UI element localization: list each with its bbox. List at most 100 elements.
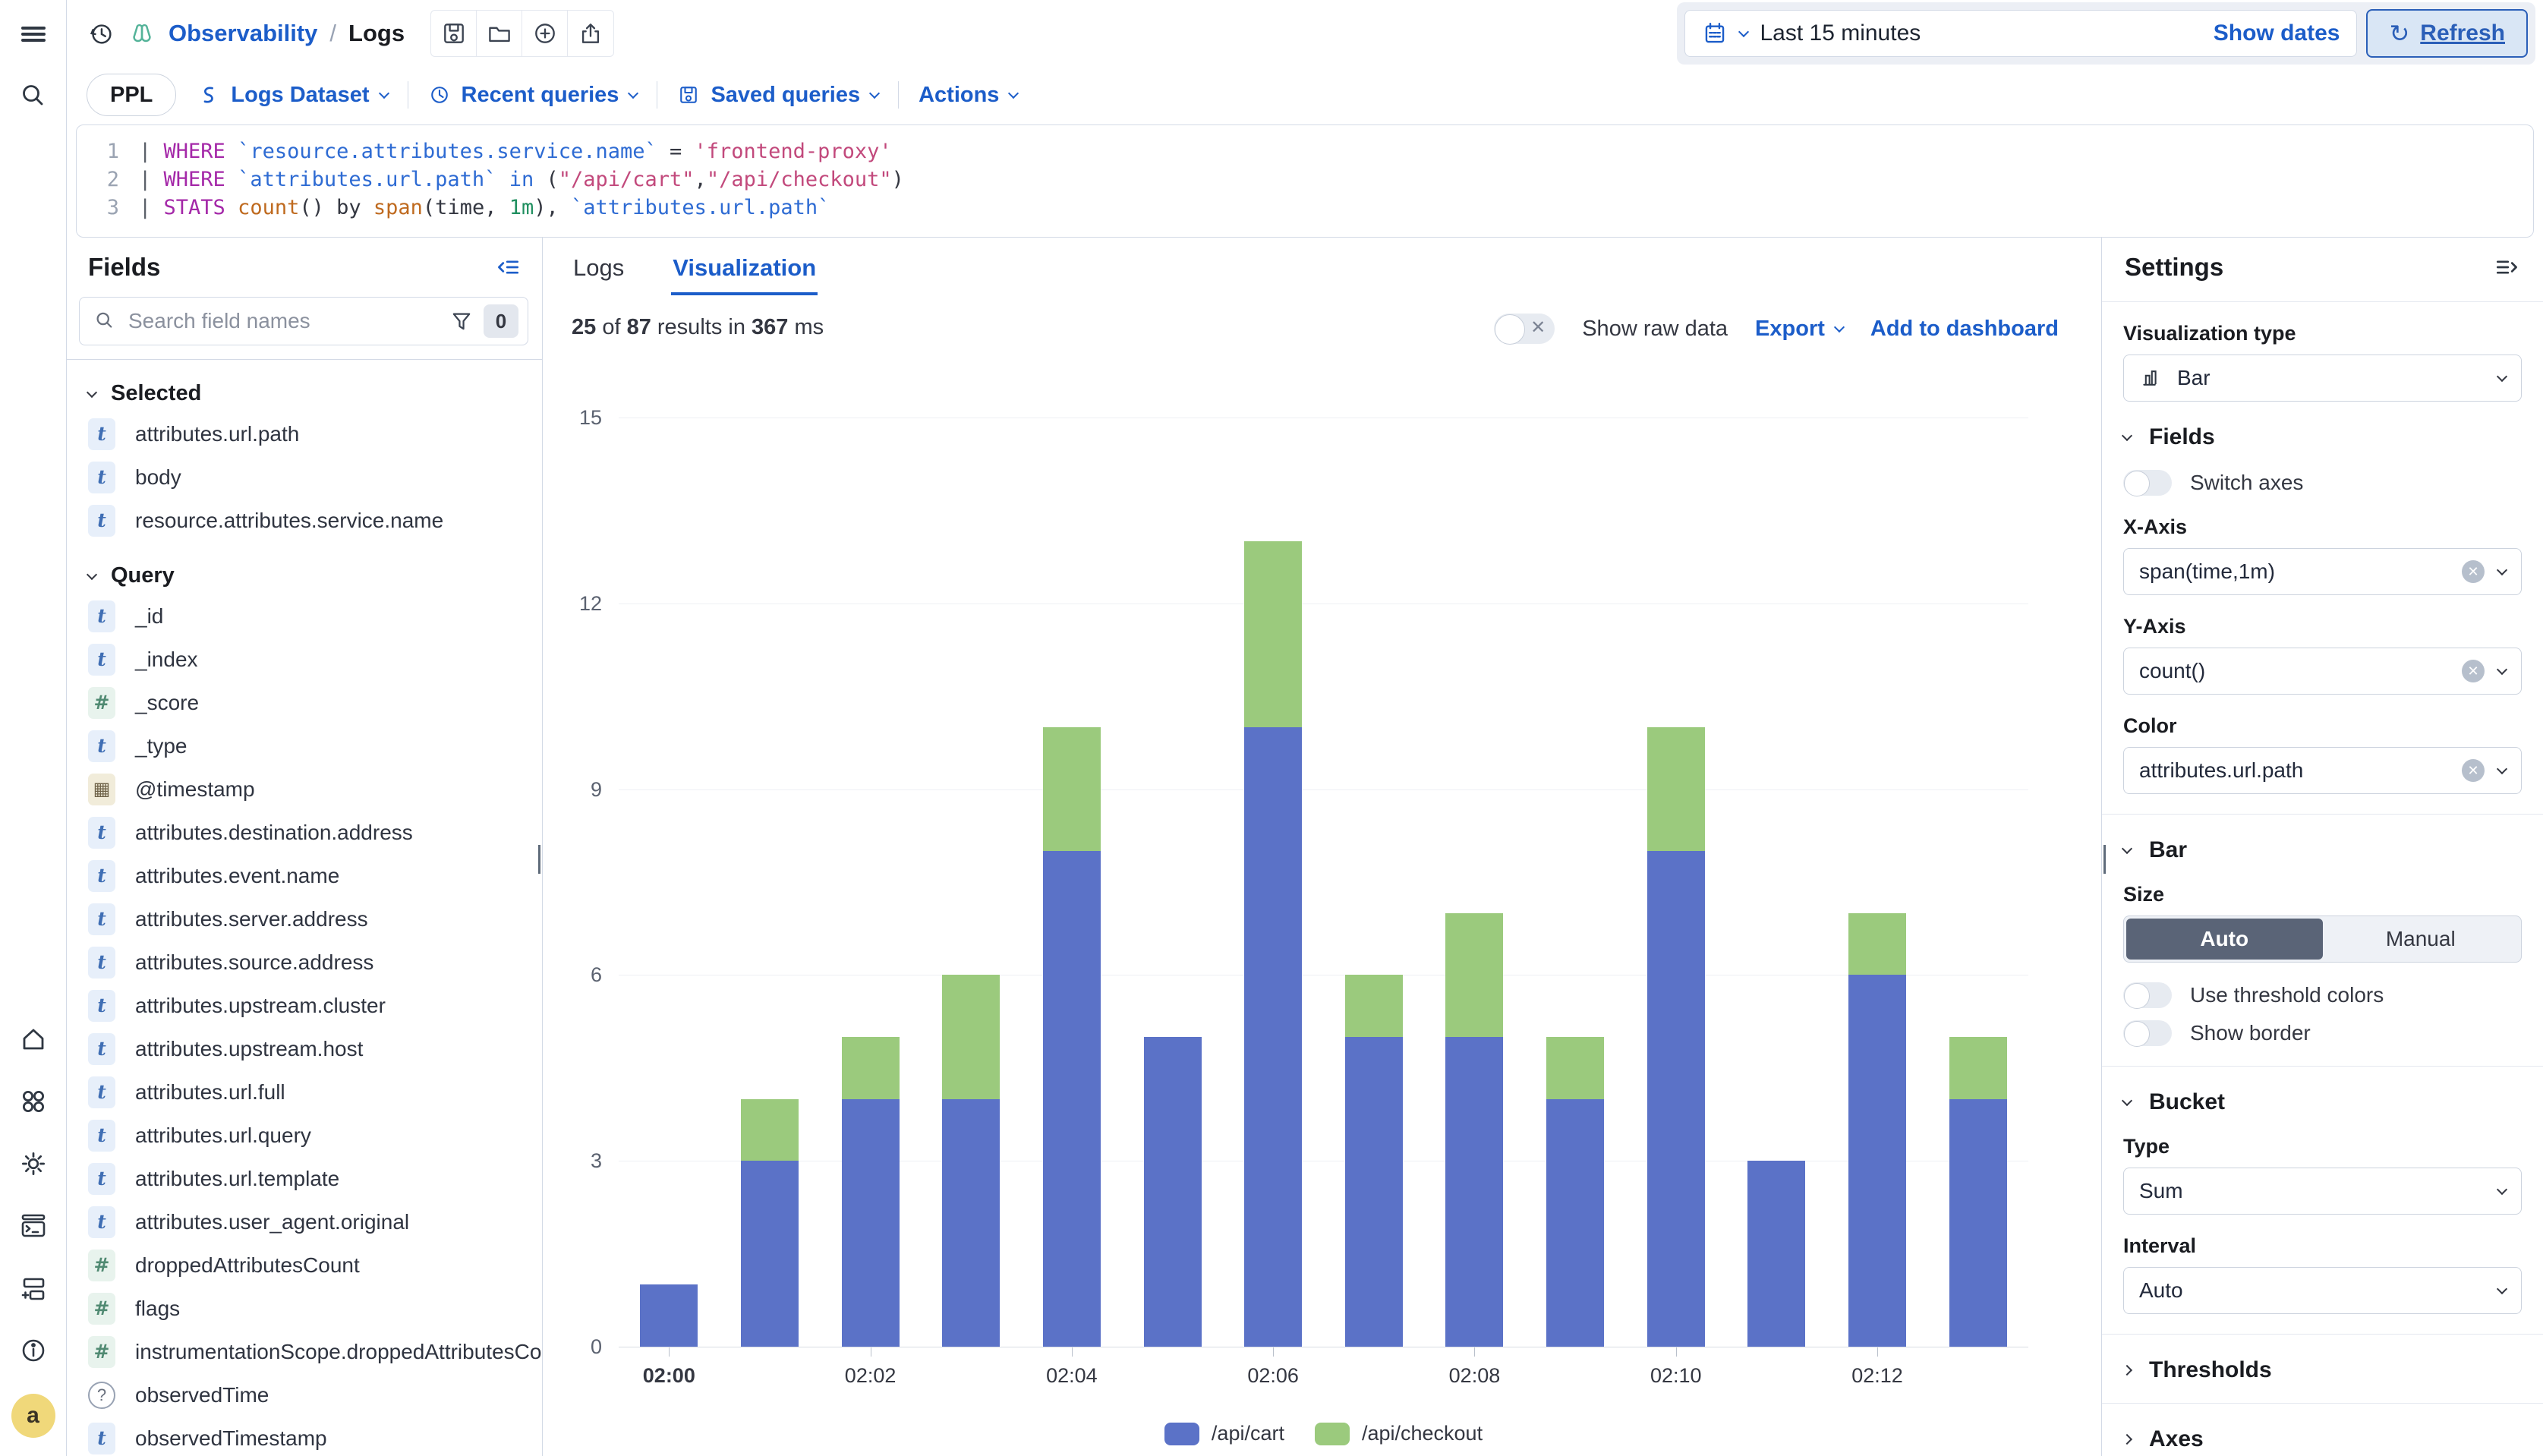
- add-to-dashboard-button[interactable]: Add to dashboard: [1870, 317, 2059, 342]
- menu-hamburger-icon[interactable]: [14, 15, 52, 53]
- save-icon[interactable]: [431, 11, 477, 56]
- field-item[interactable]: tresource.attributes.service.name: [79, 499, 528, 542]
- field-item[interactable]: t_id: [79, 594, 528, 638]
- field-item[interactable]: tattributes.event.name: [79, 854, 528, 897]
- field-item[interactable]: ▦@timestamp: [79, 767, 528, 811]
- field-item[interactable]: tattributes.source.address: [79, 941, 528, 984]
- chevron-down-icon: [87, 569, 97, 579]
- settings-section-fields[interactable]: Fields: [2123, 424, 2522, 450]
- field-item[interactable]: #droppedAttributesCount: [79, 1243, 528, 1287]
- y-axis-select[interactable]: count() ✕: [2123, 648, 2522, 695]
- settings-section-thresholds[interactable]: Thresholds: [2123, 1357, 2522, 1383]
- dev-tools-icon[interactable]: [14, 1207, 52, 1245]
- field-item[interactable]: tattributes.destination.address: [79, 811, 528, 854]
- tab-logs[interactable]: Logs: [572, 250, 626, 295]
- field-item[interactable]: tobservedTimestamp: [79, 1417, 528, 1456]
- field-item[interactable]: tattributes.url.full: [79, 1070, 528, 1114]
- dataset-selector[interactable]: Logs Dataset: [196, 83, 387, 108]
- stacked-bar: [842, 1037, 900, 1347]
- legend-item[interactable]: /api/checkout: [1315, 1422, 1483, 1445]
- field-item[interactable]: t_index: [79, 638, 528, 681]
- refresh-button[interactable]: ↻ Refresh: [2366, 9, 2528, 58]
- clear-icon[interactable]: ✕: [2462, 560, 2485, 583]
- add-panel-icon[interactable]: [14, 1269, 52, 1307]
- size-manual-button[interactable]: Manual: [2323, 919, 2519, 960]
- size-auto-button[interactable]: Auto: [2126, 919, 2323, 960]
- code-token: ),: [534, 196, 571, 219]
- x-axis-select[interactable]: span(time,1m) ✕: [2123, 548, 2522, 595]
- share-icon[interactable]: [568, 11, 613, 56]
- show-dates-button[interactable]: Show dates: [2214, 20, 2340, 46]
- panel-resize-handle[interactable]: [2101, 845, 2106, 874]
- export-menu[interactable]: Export: [1755, 317, 1843, 342]
- new-plus-circle-icon[interactable]: [522, 11, 568, 56]
- user-avatar[interactable]: a: [11, 1394, 55, 1438]
- legend-item[interactable]: /api/cart: [1164, 1422, 1284, 1445]
- field-item[interactable]: tbody: [79, 455, 528, 499]
- bar-segment-checkout: [1546, 1037, 1604, 1099]
- field-search-input[interactable]: [127, 308, 449, 334]
- filter-funnel-icon[interactable]: [449, 308, 474, 334]
- field-type-badge: t: [88, 1076, 115, 1108]
- field-item[interactable]: #flags: [79, 1287, 528, 1330]
- tab-visualization[interactable]: Visualization: [671, 250, 818, 295]
- settings-section-bar[interactable]: Bar: [2123, 837, 2522, 863]
- time-range-value[interactable]: Last 15 minutes: [1760, 20, 2201, 46]
- field-name: attributes.destination.address: [135, 821, 413, 845]
- bar-column: [1525, 1037, 1626, 1347]
- field-item[interactable]: tattributes.user_agent.original: [79, 1200, 528, 1243]
- show-raw-data-toggle[interactable]: ✕: [1494, 314, 1555, 344]
- observability-binoculars-icon: [128, 19, 156, 48]
- field-item[interactable]: t_type: [79, 724, 528, 767]
- bar-segment-checkout: [741, 1099, 799, 1161]
- settings-section-axes[interactable]: Axes: [2123, 1426, 2522, 1452]
- chevron-down-icon: [2497, 764, 2507, 774]
- show-border-toggle[interactable]: [2123, 1020, 2172, 1046]
- field-item[interactable]: #_score: [79, 681, 528, 724]
- field-item[interactable]: ?observedTime: [79, 1373, 528, 1417]
- collapse-panel-icon[interactable]: [495, 254, 522, 281]
- color-select[interactable]: attributes.url.path ✕: [2123, 747, 2522, 794]
- field-name: body: [135, 465, 181, 490]
- actions-menu[interactable]: Actions: [919, 83, 1017, 108]
- field-group-header[interactable]: Selected: [88, 381, 528, 406]
- saved-queries-menu[interactable]: Saved queries: [677, 83, 878, 108]
- gear-icon[interactable]: [14, 1145, 52, 1183]
- chevron-down-icon[interactable]: [1738, 27, 1749, 37]
- field-item[interactable]: tattributes.url.path: [79, 412, 528, 455]
- query-editor[interactable]: 1| WHERE `resource.attributes.service.na…: [76, 124, 2534, 238]
- field-item[interactable]: #instrumentationScope.droppedAttributesC…: [79, 1330, 528, 1373]
- open-folder-icon[interactable]: [477, 11, 522, 56]
- history-clock-icon[interactable]: [87, 19, 115, 48]
- settings-section-label: Thresholds: [2149, 1357, 2272, 1383]
- settings-section-bucket[interactable]: Bucket: [2123, 1089, 2522, 1115]
- bucket-interval-select[interactable]: Auto: [2123, 1267, 2522, 1314]
- breadcrumb-section-link[interactable]: Observability: [169, 20, 317, 47]
- collapse-panel-icon[interactable]: [2493, 254, 2520, 281]
- query-language-button[interactable]: PPL: [87, 74, 176, 116]
- field-item[interactable]: tattributes.url.template: [79, 1157, 528, 1200]
- apps-grid-icon[interactable]: [14, 1083, 52, 1120]
- stacked-bar: [640, 1284, 698, 1347]
- field-item[interactable]: tattributes.upstream.cluster: [79, 984, 528, 1027]
- field-group-header[interactable]: Query: [88, 563, 528, 588]
- clear-icon[interactable]: ✕: [2462, 759, 2485, 782]
- search-icon[interactable]: [14, 77, 52, 115]
- bar-segment-checkout: [1848, 913, 1906, 975]
- field-item[interactable]: tattributes.upstream.host: [79, 1027, 528, 1070]
- use-threshold-colors-toggle[interactable]: [2123, 982, 2172, 1008]
- info-icon[interactable]: [14, 1332, 52, 1369]
- code-token: STATS: [164, 196, 225, 219]
- home-icon[interactable]: [14, 1020, 52, 1058]
- bar-segment-checkout: [1244, 541, 1302, 727]
- viz-type-select[interactable]: Bar: [2123, 355, 2522, 402]
- clear-icon[interactable]: ✕: [2462, 660, 2485, 682]
- field-item[interactable]: tattributes.server.address: [79, 897, 528, 941]
- field-name: attributes.source.address: [135, 950, 373, 975]
- field-item[interactable]: tattributes.url.query: [79, 1114, 528, 1157]
- bucket-type-select[interactable]: Sum: [2123, 1168, 2522, 1215]
- recent-queries-menu[interactable]: Recent queries: [428, 83, 638, 108]
- switch-axes-toggle[interactable]: [2123, 470, 2172, 496]
- calendar-icon[interactable]: [1702, 20, 1728, 46]
- time-range-picker[interactable]: Last 15 minutes Show dates: [1684, 10, 2357, 57]
